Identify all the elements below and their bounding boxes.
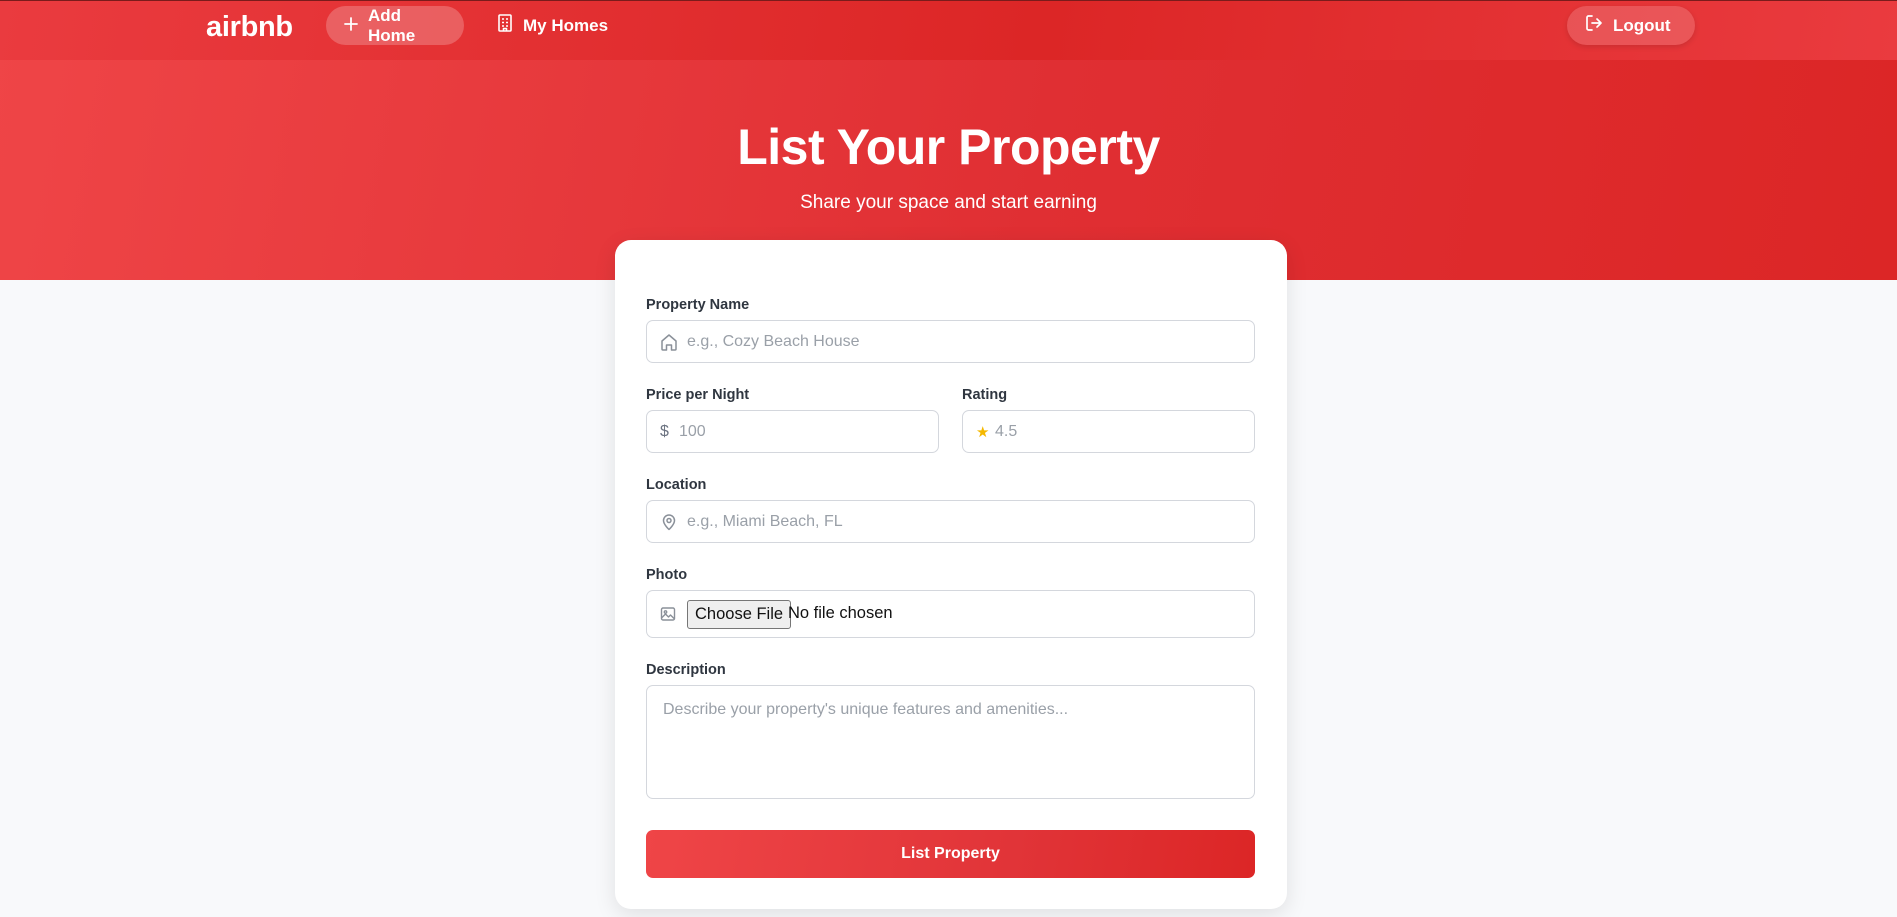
property-name-field[interactable] [646, 320, 1255, 363]
rating-field[interactable]: ★ [962, 410, 1255, 453]
location-input[interactable] [647, 501, 1254, 542]
description-label: Description [646, 662, 726, 678]
my-homes-button[interactable]: My Homes [480, 6, 625, 45]
photo-label: Photo [646, 567, 688, 583]
file-status-text: No file chosen [788, 604, 893, 622]
price-field[interactable]: $ [646, 410, 939, 453]
description-field[interactable] [646, 685, 1255, 799]
rating-label: Rating [962, 387, 1008, 403]
logout-icon [1585, 14, 1603, 37]
description-textarea[interactable] [647, 686, 1254, 798]
rating-input[interactable] [963, 411, 1254, 452]
photo-field: Choose File No file chosen [646, 590, 1255, 638]
list-property-button[interactable]: List Property [646, 830, 1255, 878]
add-home-label: Add Home [368, 5, 416, 45]
property-name-input[interactable] [647, 321, 1254, 362]
map-pin-icon [660, 513, 678, 531]
logout-label: Logout [1613, 15, 1671, 35]
brand-logo[interactable]: airbnb [206, 11, 293, 44]
price-input[interactable] [647, 411, 938, 452]
location-label: Location [646, 477, 707, 493]
page-subtitle: Share your space and start earning [800, 192, 1097, 213]
star-icon: ★ [976, 423, 990, 441]
logout-button[interactable]: Logout [1567, 6, 1695, 45]
home-icon [660, 333, 678, 351]
dollar-icon: $ [660, 422, 669, 440]
price-label: Price per Night [646, 387, 750, 403]
plus-icon [344, 16, 358, 36]
top-navigation-bar: airbnb Add Home My Homes Logout [0, 0, 1897, 60]
choose-file-button[interactable]: Choose File [687, 600, 792, 629]
add-home-button[interactable]: Add Home [326, 6, 464, 45]
building-icon [497, 14, 513, 37]
my-homes-label: My Homes [523, 15, 609, 35]
image-icon [660, 606, 676, 622]
property-name-label: Property Name [646, 297, 750, 313]
property-form-card: Property Name Price per Night $ Rating ★… [615, 240, 1287, 909]
location-field[interactable] [646, 500, 1255, 543]
page-title: List Your Property [737, 119, 1160, 175]
